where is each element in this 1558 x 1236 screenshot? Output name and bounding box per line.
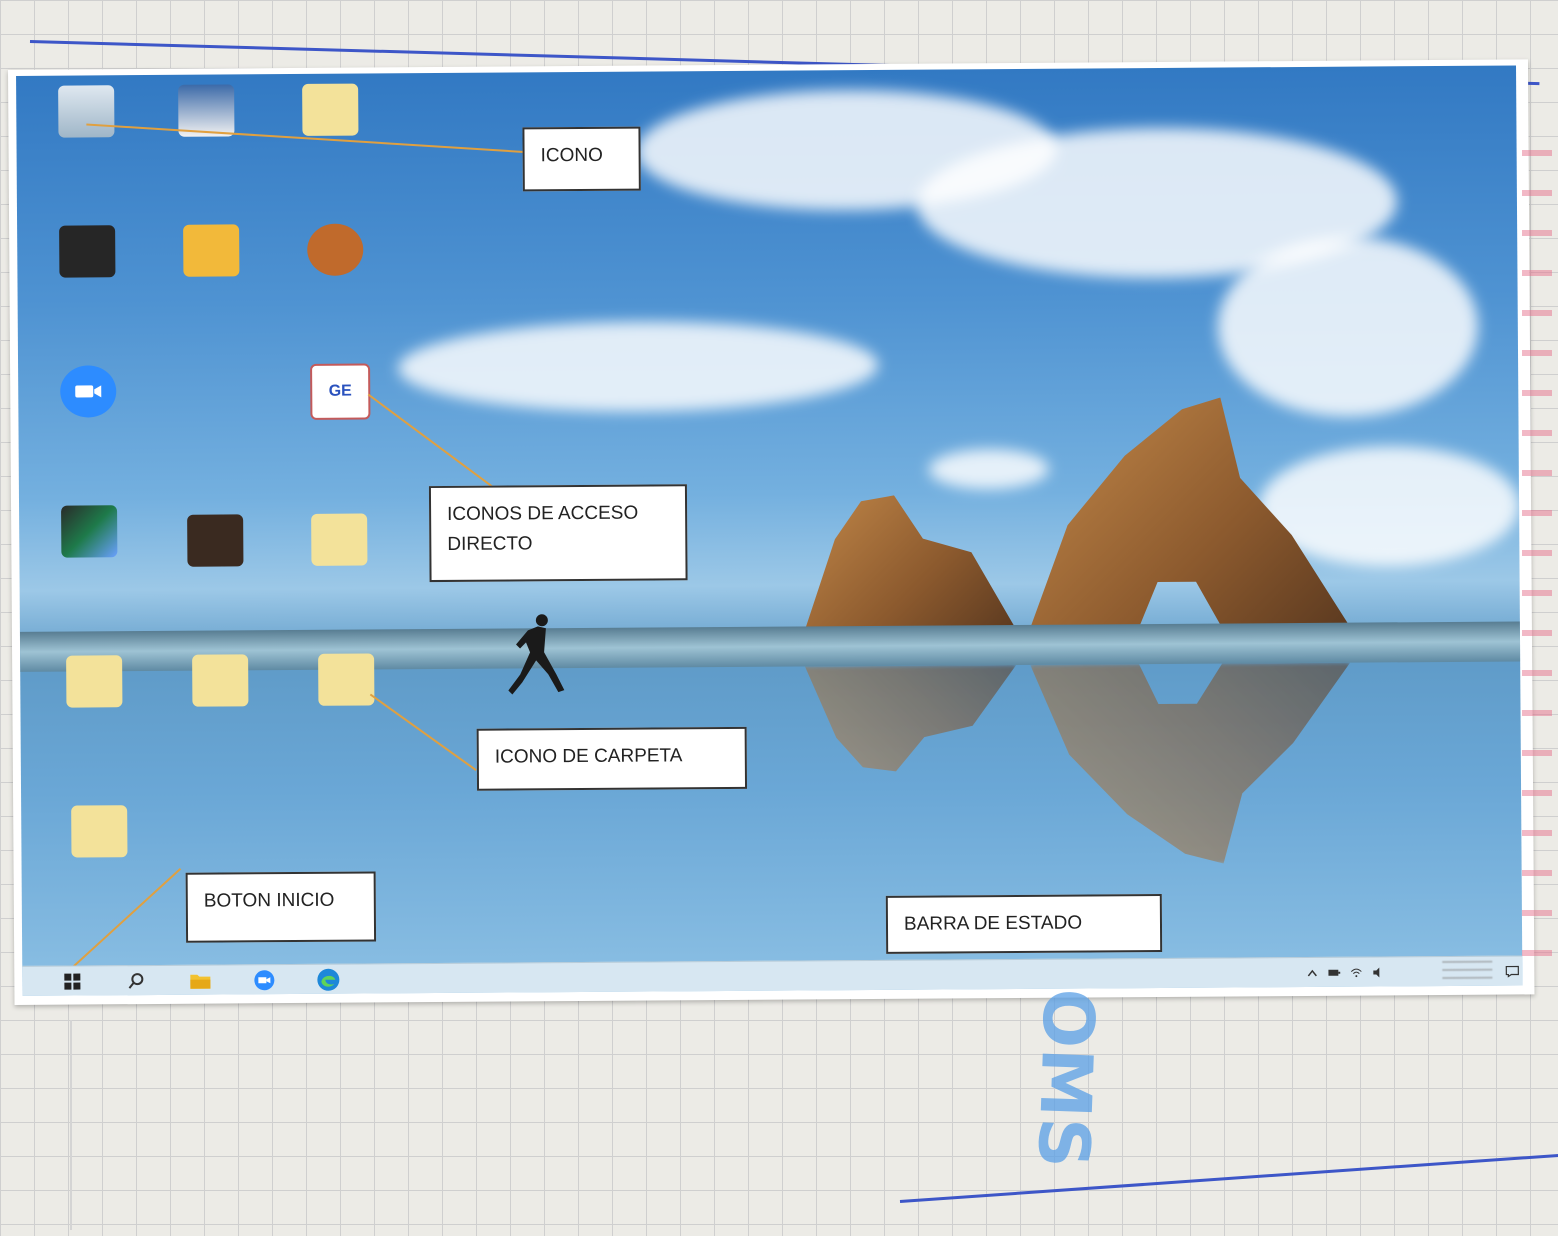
- desktop-icon-label: [34, 713, 154, 727]
- desktop-icon-folder[interactable]: [270, 83, 390, 155]
- desktop-icon-folder-2[interactable]: [279, 513, 399, 585]
- desktop-icon-label: [40, 863, 160, 877]
- video-editor-icon: [61, 505, 118, 558]
- desktop-icon-dark-app[interactable]: [27, 225, 147, 297]
- video-camera-icon: [60, 365, 117, 418]
- notification-icon: [1505, 965, 1519, 978]
- desktop-icon-zoom[interactable]: [28, 365, 148, 437]
- folder-icon: [318, 653, 375, 706]
- desktop-icon-folder-6[interactable]: [39, 805, 159, 877]
- desktop-icon-label: [275, 281, 395, 295]
- desktop-icon-video-editor[interactable]: [29, 505, 149, 577]
- desktop-icon-label: [156, 572, 276, 586]
- desktop-icon-folder-4[interactable]: [160, 654, 280, 726]
- notebook-left-rule: [70, 1020, 72, 1230]
- file-explorer-icon: [190, 974, 211, 989]
- search-icon: [128, 973, 144, 989]
- desktop-icon-app-shortcut[interactable]: [146, 84, 266, 156]
- sea-stack-left: [795, 489, 1016, 631]
- desktop-icon-label: [286, 711, 406, 725]
- desktop-icon-folder-3[interactable]: [34, 655, 154, 727]
- desktop-icon-label: [151, 282, 271, 296]
- callout-boton-inicio: BOTON INICIO: [185, 871, 377, 943]
- zoom-icon: [254, 970, 275, 991]
- runner-silhouette: [508, 614, 565, 695]
- game-icon: [307, 223, 364, 276]
- edge-icon: [317, 968, 340, 991]
- recycle-bin-icon: [58, 85, 115, 138]
- printed-screenshot: GE ICONO ICONOS DE ACCESO DIRECTO ICONO …: [8, 59, 1535, 1005]
- folder-icon: [302, 83, 359, 136]
- callout-arrow: [369, 693, 477, 771]
- building-icon: GE: [310, 363, 371, 420]
- callout-iconos-acceso-directo: ICONOS DE ACCESO DIRECTO: [428, 484, 688, 583]
- desktop-icon-label: [27, 143, 147, 157]
- desktop-icon-label: [28, 423, 148, 437]
- desktop-icon-label: [147, 142, 267, 156]
- start-icon: [64, 973, 81, 990]
- media-icon: [187, 514, 244, 567]
- desktop-icon-document-shortcut[interactable]: [151, 224, 271, 296]
- callout-icono-carpeta: ICONO DE CARPETA: [476, 726, 748, 791]
- taskbar: [22, 955, 1523, 996]
- desktop-icon-label: [27, 283, 147, 297]
- file-explorer-button[interactable]: [186, 968, 214, 994]
- start-button[interactable]: [58, 968, 86, 994]
- callout-barra-estado: BARRA DE ESTADO: [885, 893, 1163, 954]
- callout-arrow: [61, 868, 182, 978]
- desktop-wallpaper: GE ICONO ICONOS DE ACCESO DIRECTO ICONO …: [16, 65, 1523, 996]
- folder-icon: [66, 655, 123, 708]
- desktop-icon-recycle-bin[interactable]: [26, 85, 146, 157]
- search-button[interactable]: [122, 968, 150, 994]
- handwritten-marks-red: [1522, 150, 1552, 970]
- desktop-icon-folder-5[interactable]: [286, 653, 406, 725]
- folder-icon: [192, 654, 249, 707]
- battery-icon: [1328, 969, 1341, 976]
- desktop-icon-label: [160, 712, 280, 726]
- desktop-icon-label: [280, 571, 400, 585]
- desktop-icon-ge-shortcut[interactable]: GE: [280, 363, 401, 439]
- notification-button[interactable]: [1498, 958, 1522, 984]
- folder-icon: [71, 805, 128, 858]
- desktop-icon-baseball-glove[interactable]: [275, 223, 395, 295]
- desktop-icon-label: [280, 425, 400, 439]
- volume-icon: [1373, 967, 1380, 978]
- desktop-icon-label: [29, 563, 149, 577]
- notebook-bottom-line: [899, 1153, 1558, 1203]
- handwritten-text-blue: OMS: [1021, 987, 1110, 1170]
- folder-icon: [311, 513, 368, 566]
- volume-button[interactable]: [1364, 959, 1392, 985]
- clock-date[interactable]: [1442, 960, 1493, 982]
- network-icon: [1350, 968, 1362, 978]
- app-icon: [59, 225, 116, 278]
- callout-icono: ICONO: [522, 126, 641, 192]
- document-icon: [183, 224, 240, 277]
- zoom-taskbar-button[interactable]: [250, 967, 278, 993]
- chevron-up-icon: [1307, 969, 1317, 977]
- edge-button[interactable]: [314, 967, 342, 993]
- desktop-icon-media-app[interactable]: [155, 514, 275, 586]
